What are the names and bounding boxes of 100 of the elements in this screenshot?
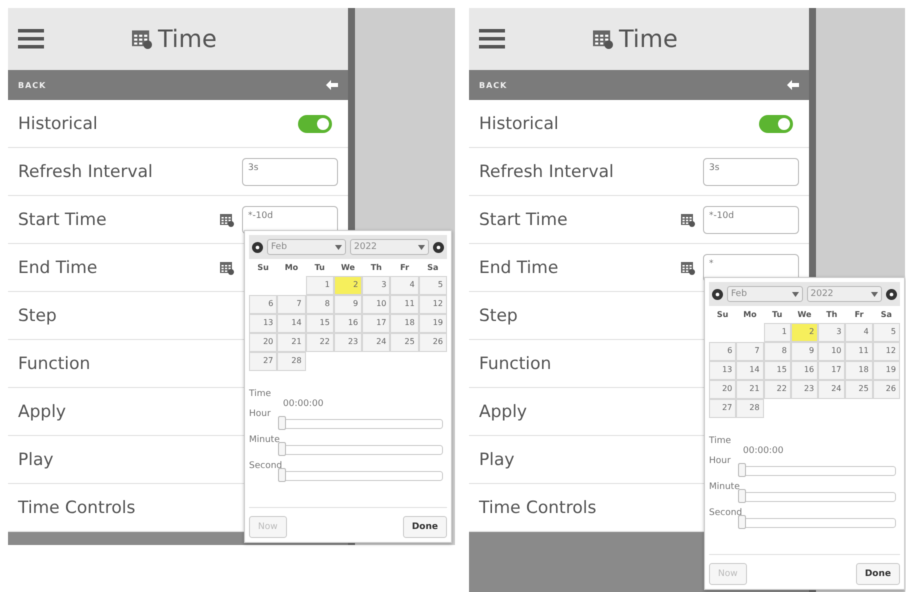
row-label[interactable]: Step [479, 306, 518, 326]
toggle-switch[interactable] [759, 114, 793, 132]
previous-month-icon[interactable] [252, 242, 263, 252]
slider-thumb[interactable] [278, 416, 286, 430]
back-bar[interactable]: BACK [469, 70, 809, 100]
row-label[interactable]: Historical [18, 114, 98, 134]
calendar-day[interactable]: 25 [845, 380, 873, 399]
calendar-day[interactable]: 10 [362, 295, 390, 314]
row-label[interactable]: Step [18, 306, 57, 326]
calendar-day[interactable]: 26 [872, 380, 900, 399]
row-label[interactable]: Time Controls [479, 498, 596, 518]
slider-thumb[interactable] [738, 489, 746, 503]
calendar-day[interactable]: 3 [818, 323, 846, 342]
next-month-icon[interactable] [886, 288, 897, 300]
calendar-day[interactable]: 20 [709, 380, 736, 399]
calendar-day[interactable]: 23 [790, 380, 818, 399]
calendar-day[interactable]: 16 [790, 361, 818, 380]
calendar-day[interactable]: 9 [334, 295, 362, 314]
input-field[interactable]: 3s [703, 158, 799, 186]
calendar-day[interactable]: 16 [334, 314, 362, 333]
row-label[interactable]: Time Controls [18, 498, 136, 518]
calendar-day[interactable]: 10 [818, 342, 846, 361]
next-month-icon[interactable] [433, 242, 444, 252]
calendar-day[interactable]: 21 [736, 380, 764, 399]
time-slider[interactable] [741, 492, 896, 502]
menu-icon[interactable] [18, 29, 44, 49]
calendar-day[interactable]: 24 [362, 333, 390, 352]
calendar-day[interactable]: 15 [764, 361, 791, 380]
calendar-day[interactable]: 14 [277, 314, 306, 333]
calendar-day[interactable]: 22 [764, 380, 791, 399]
done-button[interactable]: Done [856, 563, 900, 585]
time-slider[interactable] [281, 471, 443, 481]
calendar-day[interactable]: 6 [249, 295, 278, 314]
slider-thumb[interactable] [278, 442, 286, 456]
calendar-day[interactable]: 1 [764, 323, 791, 342]
row-label[interactable]: End Time [18, 258, 98, 278]
calendar-day[interactable]: 7 [277, 295, 306, 314]
calendar-day[interactable]: 11 [845, 342, 873, 361]
slider-thumb[interactable] [738, 463, 746, 477]
row-label[interactable]: End Time [479, 258, 558, 278]
calendar-day[interactable]: 3 [362, 276, 390, 295]
calendar-day[interactable]: 13 [249, 314, 278, 333]
calendar-day[interactable]: 23 [334, 333, 362, 352]
menu-icon[interactable] [479, 29, 505, 49]
input-field[interactable]: *-10d [703, 206, 799, 234]
row-label[interactable]: Function [18, 354, 90, 374]
row-label[interactable]: Start Time [479, 210, 568, 230]
time-slider[interactable] [281, 419, 443, 429]
row-label[interactable]: Play [479, 450, 514, 470]
calendar-day[interactable]: 13 [709, 361, 736, 380]
calendar-day[interactable]: 21 [277, 333, 306, 352]
calendar-day[interactable]: 20 [249, 333, 278, 352]
row-label[interactable]: Historical [479, 114, 559, 134]
month-select[interactable]: Feb [267, 239, 346, 255]
slider-thumb[interactable] [738, 515, 746, 529]
toggle-switch[interactable] [298, 114, 332, 132]
calendar-day[interactable]: 5 [418, 276, 447, 295]
calendar-day[interactable]: 2 [790, 323, 818, 342]
calendar-day[interactable]: 5 [872, 323, 900, 342]
row-label[interactable]: Start Time [18, 210, 107, 230]
calendar-day[interactable]: 12 [418, 295, 447, 314]
calendar-day[interactable]: 19 [418, 314, 447, 333]
back-arrow-icon[interactable] [326, 80, 338, 90]
calendar-day[interactable]: 18 [845, 361, 873, 380]
calendar-day[interactable]: 25 [390, 333, 419, 352]
time-slider[interactable] [281, 445, 443, 455]
row-label[interactable]: Apply [479, 402, 527, 422]
calendar-day[interactable]: 18 [390, 314, 419, 333]
month-select[interactable]: Feb [727, 286, 802, 302]
year-select[interactable]: 2022 [806, 286, 882, 302]
calendar-day[interactable]: 2 [334, 276, 362, 295]
row-label[interactable]: Apply [18, 402, 66, 422]
row-label[interactable]: Function [479, 354, 552, 374]
previous-month-icon[interactable] [712, 288, 723, 300]
calendar-day[interactable]: 28 [277, 352, 306, 371]
done-button[interactable]: Done [402, 516, 447, 538]
calendar-day[interactable]: 7 [736, 342, 764, 361]
year-select[interactable]: 2022 [350, 239, 429, 255]
calendar-day[interactable]: 24 [818, 380, 846, 399]
time-slider[interactable] [741, 518, 896, 528]
calendar-day[interactable]: 22 [306, 333, 334, 352]
back-arrow-icon[interactable] [787, 80, 799, 90]
row-label[interactable]: Refresh Interval [479, 162, 614, 182]
calendar-day[interactable]: 9 [790, 342, 818, 361]
calendar-day[interactable]: 26 [418, 333, 447, 352]
calendar-day[interactable]: 8 [306, 295, 334, 314]
calendar-day[interactable]: 28 [736, 399, 764, 418]
calendar-day[interactable]: 19 [872, 361, 900, 380]
calendar-day[interactable]: 8 [764, 342, 791, 361]
slider-thumb[interactable] [278, 468, 286, 482]
row-label[interactable]: Play [18, 450, 54, 470]
calendar-day[interactable]: 1 [306, 276, 334, 295]
calendar-day[interactable]: 4 [390, 276, 419, 295]
calendar-day[interactable]: 11 [390, 295, 419, 314]
calendar-day[interactable]: 12 [872, 342, 900, 361]
calendar-day[interactable]: 4 [845, 323, 873, 342]
row-label[interactable]: Refresh Interval [18, 162, 153, 182]
calendar-day[interactable]: 14 [736, 361, 764, 380]
calendar-day[interactable]: 6 [709, 342, 736, 361]
input-field[interactable]: 3s [242, 158, 338, 186]
